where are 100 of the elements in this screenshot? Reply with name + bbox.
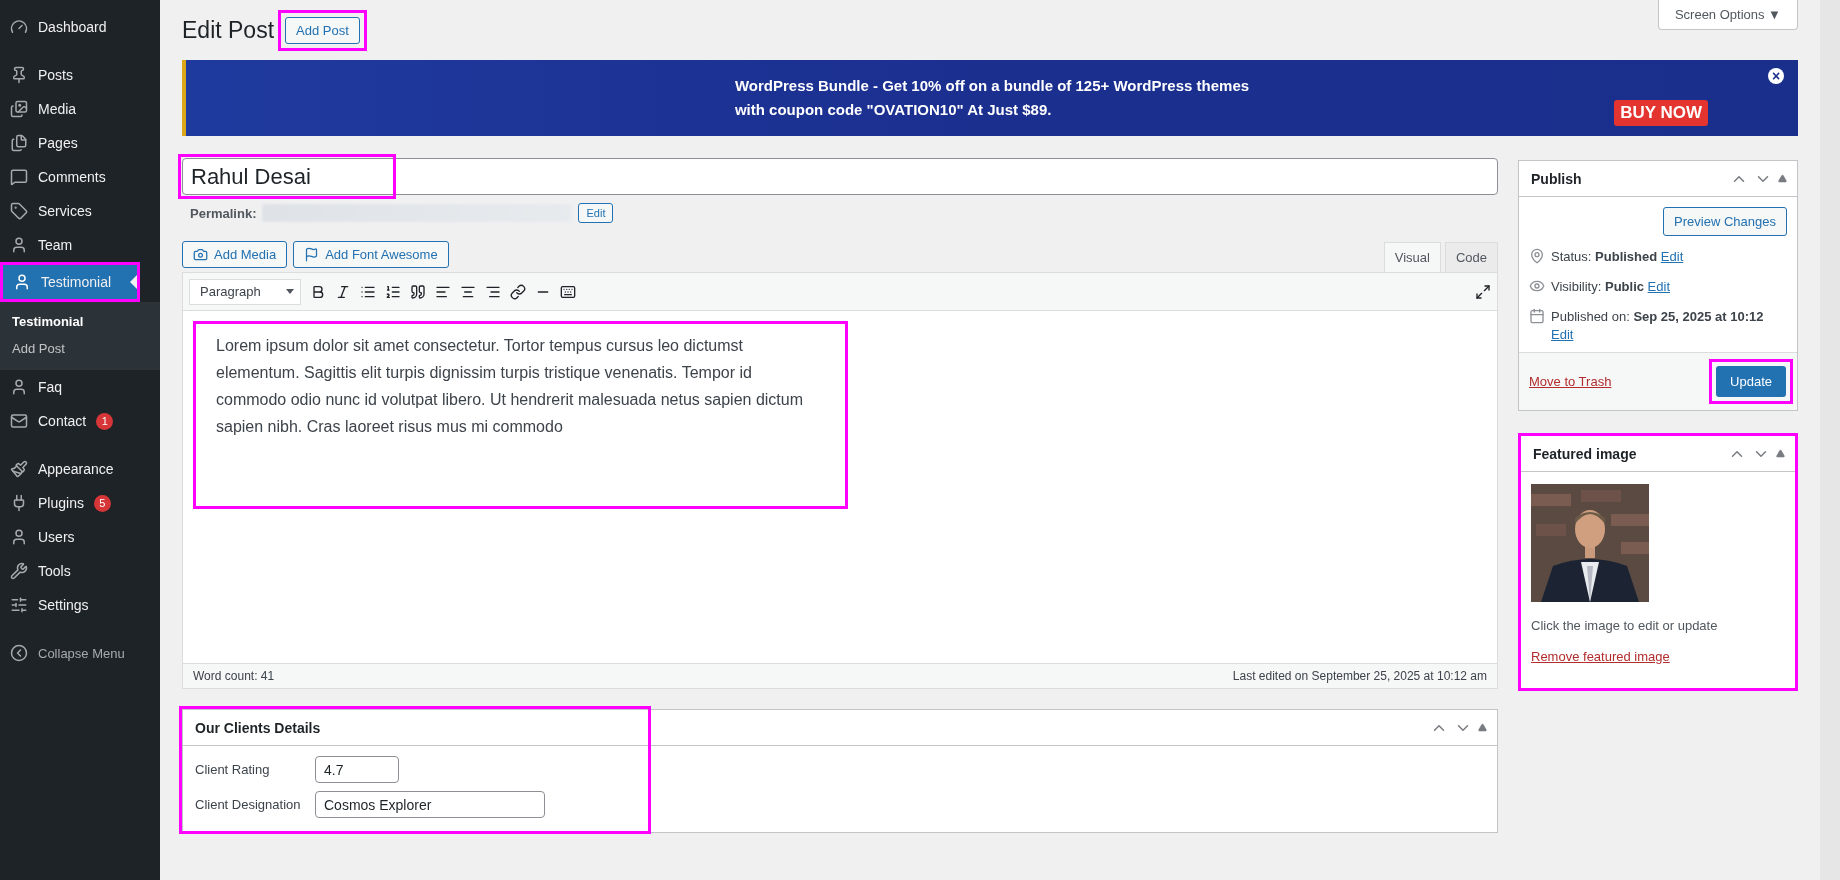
buy-now-button[interactable]: BUY NOW: [1614, 100, 1708, 126]
media-button[interactable]: Add Media: [182, 241, 288, 268]
menu-icon: [10, 528, 28, 546]
quote-icon[interactable]: [410, 283, 426, 300]
menu-item[interactable]: Media: [0, 92, 160, 126]
menu-label: Faq: [38, 379, 63, 395]
toggle-icon[interactable]: [1478, 722, 1487, 732]
menu-item[interactable]: Settings: [0, 588, 160, 622]
edit-link[interactable]: Edit: [1551, 327, 1574, 342]
menu-item[interactable]: Contact 1: [0, 404, 160, 438]
menu-icon: [13, 273, 31, 291]
page-title: Edit Post: [182, 16, 275, 44]
image-hint: Click the image to edit or update: [1531, 618, 1719, 633]
collapse-icon: [10, 644, 28, 662]
menu-item[interactable]: Dashboard: [0, 10, 160, 44]
menu-label: Media: [38, 101, 77, 117]
menu-icon: [10, 562, 28, 580]
camera-icon: [193, 247, 208, 262]
input-field[interactable]: Cosmos Explorer: [315, 791, 545, 818]
menu-label: Collapse Menu: [38, 645, 125, 661]
close-button[interactable]: ×: [1768, 68, 1784, 84]
menu-item[interactable]: Appearance: [0, 452, 160, 486]
editor-tab[interactable]: Code: [1444, 242, 1498, 272]
submenu-item[interactable]: Add Post: [0, 335, 160, 362]
permalink-edit-button[interactable]: Edit: [578, 203, 614, 223]
menu-label: Tools: [38, 563, 71, 579]
numbered-list-icon[interactable]: [385, 283, 401, 300]
menu-label: Plugins: [38, 495, 84, 511]
menu-icon: [10, 168, 28, 186]
post-content: Lorem ipsum dolor sit amet consectetur. Tortor tempus cursus leo dictumst elementum. Sagittis elit turpis dignissim turpis tristique venenatis. Tempor id commodo odio nunc id volutpat libero. Ut hendrerit malesuada netus sapien dictum sapien nibh. Cras laoreet risus mus mi commodo: [216, 336, 804, 437]
toggle-icon[interactable]: [1776, 448, 1785, 458]
bold-icon[interactable]: [310, 283, 326, 300]
menu-label: Comments: [38, 169, 106, 185]
permalink-label: Permalink:: [190, 205, 257, 221]
screen-options-button[interactable]: Screen Options ▼: [1657, 0, 1798, 30]
menu-label: Services: [38, 203, 92, 219]
box-title: Featured image: [1533, 445, 1638, 462]
last-edited: Last edited on September 25, 2025 at 10:12 am: [1232, 669, 1487, 683]
menu-label: Testimonial: [41, 274, 112, 290]
flag-icon: [304, 247, 320, 262]
menu-label: Users: [38, 529, 75, 545]
submenu-item[interactable]: Testimonial: [0, 308, 160, 335]
menu-label: Contact: [38, 413, 87, 429]
menu-item[interactable]: Faq: [0, 370, 160, 404]
move-to-trash-link[interactable]: Move to Trash: [1529, 374, 1612, 389]
update-button[interactable]: Update: [1716, 366, 1786, 397]
remove-image-link[interactable]: Remove featured image: [1531, 649, 1785, 664]
calendar-icon: [1529, 308, 1545, 324]
eye-icon: [1529, 278, 1545, 294]
menu-icon: [10, 66, 28, 84]
fullscreen-icon[interactable]: [1475, 283, 1491, 300]
menu-label: Dashboard: [38, 19, 107, 35]
menu-label: Appearance: [38, 461, 114, 477]
publish-info: Published on: Sep 25, 2025 at 10:12 Edit: [1551, 308, 1765, 344]
menu-item[interactable]: Services: [0, 194, 160, 228]
menu-item[interactable]: Tools: [0, 554, 160, 588]
preview-changes-button[interactable]: Preview Changes: [1663, 207, 1787, 236]
editor-tab[interactable]: Visual: [1383, 242, 1441, 272]
menu-icon: [10, 236, 28, 254]
menu-item[interactable]: Posts: [0, 58, 160, 92]
menu-icon: [10, 100, 28, 118]
menu-item[interactable]: Testimonial: [3, 265, 137, 299]
format-select[interactable]: Paragraph: [189, 278, 301, 305]
menu-item[interactable]: Users: [0, 520, 160, 554]
collapse-menu[interactable]: Collapse Menu: [0, 636, 160, 670]
word-count: Word count: 41: [193, 669, 275, 683]
field-label: Client Designation: [195, 797, 302, 812]
menu-icon: [10, 18, 28, 36]
toggle-icon[interactable]: [1778, 173, 1787, 183]
edit-link[interactable]: Edit: [1647, 279, 1670, 294]
menu-item[interactable]: Pages: [0, 126, 160, 160]
menu-label: Pages: [38, 135, 78, 151]
menu-icon: [10, 460, 28, 478]
menu-label: Posts: [38, 67, 73, 83]
edit-link[interactable]: Edit: [1660, 249, 1684, 264]
keyboard-icon[interactable]: [560, 283, 576, 300]
menu-icon: [10, 412, 28, 430]
title-field[interactable]: Rahul Desai: [182, 158, 1498, 195]
menu-label: Settings: [38, 597, 89, 613]
media-button[interactable]: Add Font Awesome: [293, 241, 449, 268]
add-post-button[interactable]: Add Post: [285, 16, 360, 44]
italic-icon[interactable]: [335, 283, 351, 300]
menu-icon: [10, 134, 28, 152]
field-label: Client Rating: [195, 762, 271, 777]
menu-item[interactable]: Comments: [0, 160, 160, 194]
menu-label: Team: [38, 237, 73, 253]
pin-icon: [1529, 248, 1545, 264]
publish-info: Status: Published Edit: [1551, 248, 1684, 266]
banner-text: WordPress Bundle - Get 10% off on a bundle of 125+ WordPress themes with coupon code "OVATION10" At Just $89.: [734, 76, 1250, 120]
input-field[interactable]: 4.7: [315, 756, 399, 783]
link-icon[interactable]: [510, 283, 526, 300]
menu-icon: [10, 596, 28, 614]
box-title: Publish: [1531, 170, 1583, 187]
count-badge: 1: [96, 412, 114, 430]
count-badge: 5: [93, 494, 111, 512]
menu-item[interactable]: Plugins 5: [0, 486, 160, 520]
menu-icon: [10, 378, 28, 396]
box-title: Our Clients Details: [195, 719, 322, 736]
publish-info: Visibility: Public Edit: [1551, 278, 1670, 296]
menu-item[interactable]: Team: [0, 228, 160, 262]
